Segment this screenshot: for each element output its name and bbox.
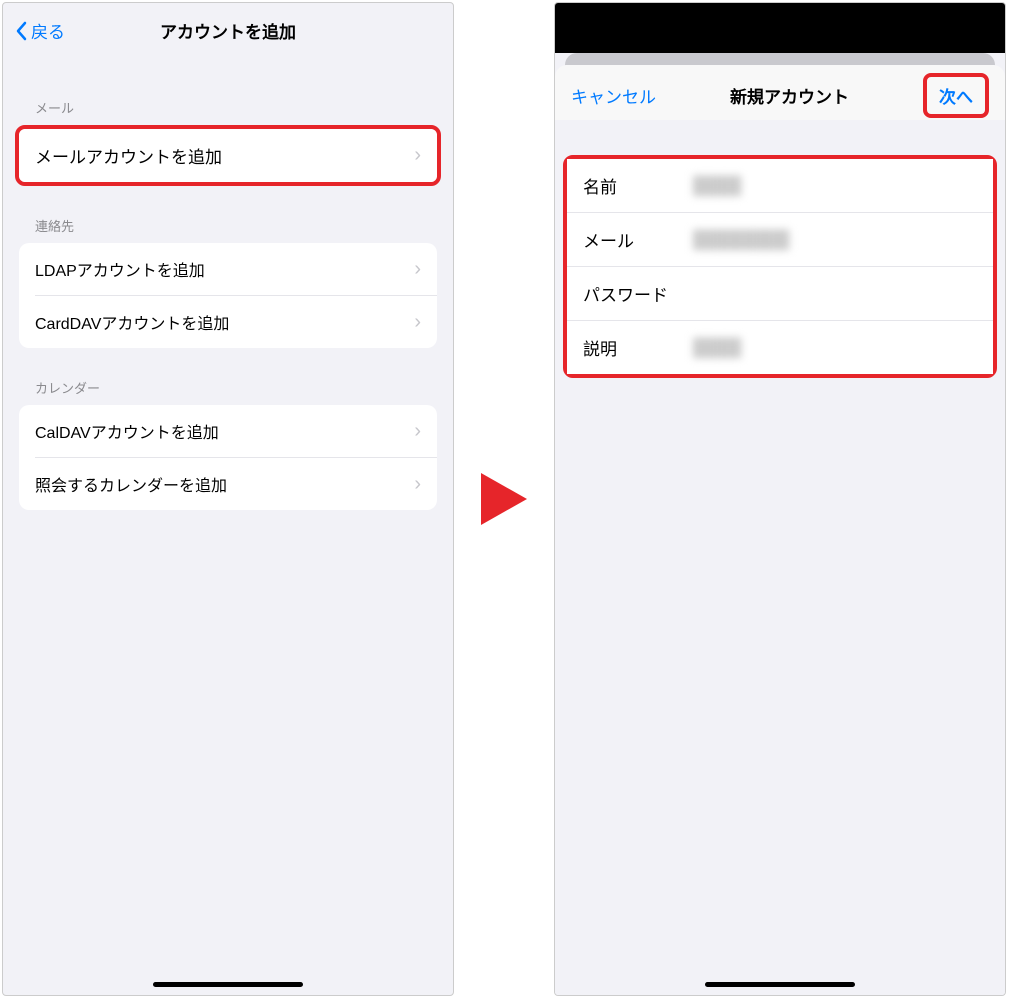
chevron-right-icon: › — [414, 420, 421, 443]
contacts-group: LDAPアカウントを追加 › CardDAVアカウントを追加 › — [19, 243, 437, 348]
back-button[interactable]: 戻る — [15, 18, 65, 43]
row-desc[interactable]: 説明 ████ — [567, 320, 993, 374]
section-header-mail: メール — [3, 58, 453, 125]
row-mail[interactable]: メール ████████ — [567, 212, 993, 266]
next-button[interactable]: 次へ — [931, 79, 981, 112]
cell-label: CalDAVアカウントを追加 — [35, 419, 219, 443]
cell-ldap[interactable]: LDAPアカウントを追加 › — [19, 243, 437, 295]
home-indicator[interactable] — [705, 982, 855, 987]
modal-sheet: キャンセル 新規アカウント 次へ 名前 ████ メール ████████ パス… — [555, 65, 1005, 995]
section-header-contacts: 連絡先 — [3, 186, 453, 243]
modal-title: 新規アカウント — [730, 83, 849, 108]
status-bar-area — [555, 3, 1005, 53]
value-desc[interactable]: ████ — [693, 338, 977, 358]
cell-carddav[interactable]: CardDAVアカウントを追加 › — [19, 295, 437, 348]
cell-add-mail-account[interactable]: メールアカウントを追加 › — [19, 129, 437, 182]
cell-label: CardDAVアカウントを追加 — [35, 310, 229, 334]
chevron-left-icon — [15, 21, 27, 41]
highlight-next: 次へ — [923, 73, 989, 118]
label-mail: メール — [583, 227, 693, 252]
account-form: 名前 ████ メール ████████ パスワード 説明 ████ — [567, 159, 993, 374]
arrow-separator — [474, 2, 534, 996]
back-label: 戻る — [31, 18, 65, 43]
label-desc: 説明 — [583, 335, 693, 360]
chevron-right-icon: › — [414, 311, 421, 334]
row-name[interactable]: 名前 ████ — [567, 159, 993, 212]
cell-subscribed-calendar[interactable]: 照会するカレンダーを追加 › — [19, 457, 437, 510]
calendar-group: CalDAVアカウントを追加 › 照会するカレンダーを追加 › — [19, 405, 437, 510]
label-name: 名前 — [583, 173, 693, 198]
section-header-calendar: カレンダー — [3, 348, 453, 405]
cancel-button[interactable]: キャンセル — [571, 83, 656, 108]
home-indicator[interactable] — [153, 982, 303, 987]
modal-navbar: キャンセル 新規アカウント 次へ — [555, 65, 1005, 120]
page-title: アカウントを追加 — [3, 18, 453, 43]
cell-label: メールアカウントを追加 — [35, 143, 222, 168]
row-password[interactable]: パスワード — [567, 266, 993, 320]
highlight-form: 名前 ████ メール ████████ パスワード 説明 ████ — [563, 155, 997, 378]
chevron-right-icon: › — [414, 258, 421, 281]
label-password: パスワード — [583, 281, 693, 306]
navbar: 戻る アカウントを追加 — [3, 3, 453, 58]
arrow-right-icon — [481, 473, 527, 525]
highlight-mail-account: メールアカウントを追加 › — [15, 125, 441, 186]
right-screen: キャンセル 新規アカウント 次へ 名前 ████ メール ████████ パス… — [554, 2, 1006, 996]
cell-label: 照会するカレンダーを追加 — [35, 472, 227, 496]
value-mail[interactable]: ████████ — [693, 230, 977, 250]
left-screen: 戻る アカウントを追加 メール メールアカウントを追加 › 連絡先 LDAPアカ… — [2, 2, 454, 996]
cell-label: LDAPアカウントを追加 — [35, 257, 205, 281]
chevron-right-icon: › — [414, 144, 421, 167]
cell-caldav[interactable]: CalDAVアカウントを追加 › — [19, 405, 437, 457]
chevron-right-icon: › — [414, 473, 421, 496]
value-name[interactable]: ████ — [693, 176, 977, 196]
